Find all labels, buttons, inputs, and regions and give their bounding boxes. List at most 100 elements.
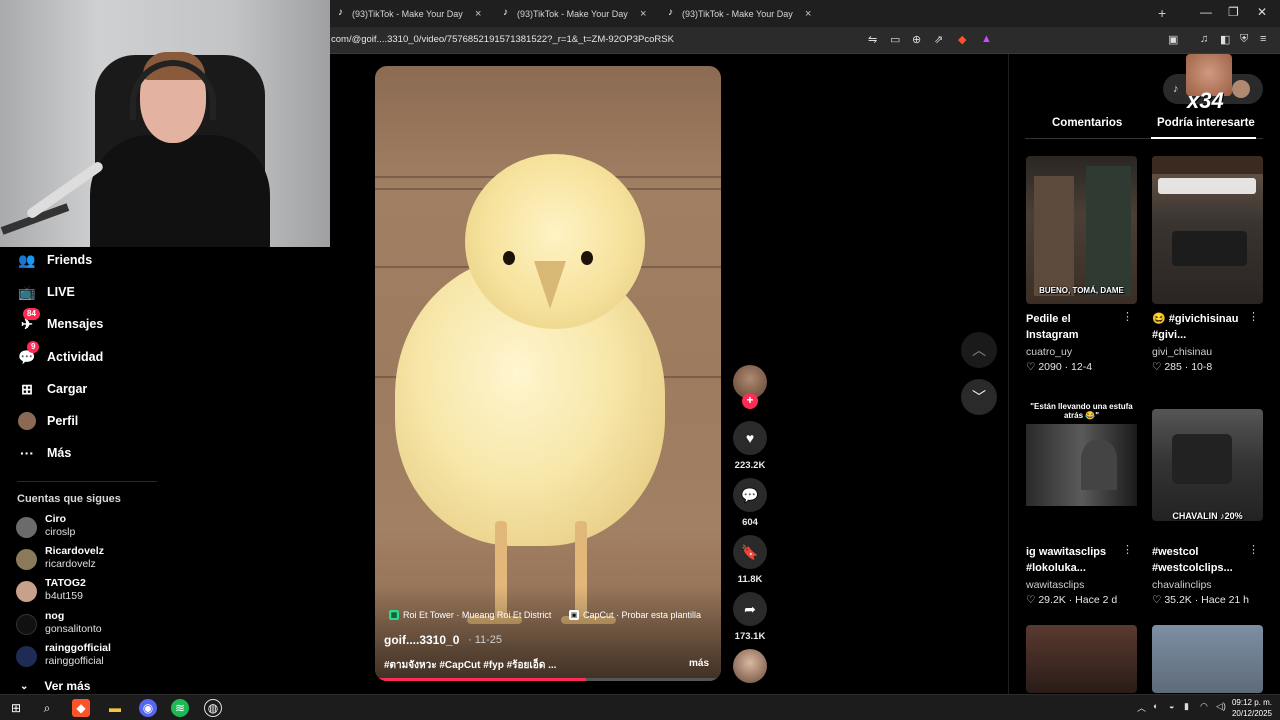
video-thumbnail[interactable] — [1152, 156, 1263, 304]
previous-video-button[interactable]: ︿ — [961, 332, 997, 368]
suggested-video-card[interactable]: 😆 #givichisinau #givi... ⋮ givi_chisinau… — [1152, 156, 1263, 376]
obs-icon[interactable]: ◍ — [204, 699, 222, 717]
see-more-button[interactable]: ⌄ Ver más — [20, 679, 90, 693]
close-window-icon[interactable]: ✕ — [1257, 5, 1267, 19]
video-progress-bar[interactable] — [375, 678, 721, 681]
media-icon[interactable]: ♫ — [1200, 33, 1208, 45]
reader-icon[interactable]: ▣ — [1168, 33, 1178, 46]
card-stats: ♡ 29.2K · Hace 2 d — [1026, 594, 1118, 606]
video-thumbnail[interactable]: "Están llevando una estufa atrás 😂" — [1026, 400, 1137, 520]
next-video-button[interactable]: ﹀ — [961, 379, 997, 415]
tab-suggestions[interactable]: Podría interesarte — [1157, 117, 1255, 129]
more-options-icon[interactable]: ⋮ — [1122, 310, 1133, 323]
video-thumbnail[interactable]: BUENO, TOMÁ, DAME — [1026, 156, 1137, 304]
brave-browser-icon[interactable]: ◆ — [72, 699, 90, 717]
taskbar: ⊞ ⌕ ◆ ▬ ◉ ≋ ◍ ︿ ◐ ◒ ▮ ◠ ◁) 09:12 p. m. 2… — [0, 694, 1280, 720]
cast-icon[interactable]: ▭ — [890, 33, 900, 46]
close-tab-icon[interactable]: × — [475, 8, 481, 20]
more-options-icon[interactable]: ⋮ — [1248, 543, 1259, 556]
close-tab-icon[interactable]: × — [805, 8, 811, 20]
sidebar-item-profile[interactable]: Perfil — [17, 410, 78, 432]
video-player[interactable]: ▦ Roi Et Tower · Mueang Roi Et District … — [375, 66, 721, 681]
menu-icon[interactable]: ≡ — [1260, 33, 1266, 45]
like-count: 223.2K — [734, 460, 766, 471]
sidebar-icon[interactable]: ◧ — [1220, 33, 1230, 46]
avatar[interactable] — [1232, 80, 1250, 98]
close-tab-icon[interactable]: × — [640, 8, 646, 20]
see-more-label: Ver más — [44, 679, 91, 693]
card-date: 10-8 — [1191, 361, 1213, 373]
spotify-icon[interactable]: ≋ — [171, 699, 189, 717]
more-options-icon[interactable]: ⋮ — [1122, 543, 1133, 556]
network-icon[interactable]: ◒ — [1169, 701, 1174, 711]
minimize-icon[interactable]: — — [1200, 5, 1212, 19]
template-tag[interactable]: ▣ CapCut · Probar esta plantilla — [569, 608, 701, 622]
sidebar-item-live[interactable]: 📺 LIVE — [17, 281, 75, 303]
comment-button[interactable]: 💬 — [733, 478, 767, 512]
suggested-video-card[interactable]: "Están llevando una estufa atrás 😂" ig w… — [1026, 400, 1137, 610]
sound-disc[interactable] — [733, 649, 767, 683]
location-icon: ▦ — [389, 610, 399, 620]
suggested-video-card[interactable]: CHAVALIN ♪20% #westcol #westcolclips... … — [1152, 409, 1263, 610]
card-username[interactable]: cuatro_uy — [1026, 346, 1072, 358]
card-username[interactable]: givi_chisinau — [1152, 346, 1212, 358]
video-thumbnail[interactable] — [1152, 625, 1263, 693]
file-explorer-icon[interactable]: ▬ — [106, 699, 124, 717]
address-bar: com/@goif....3310_0/video/75768521915713… — [330, 27, 1280, 54]
zoom-icon[interactable]: ⊕ — [912, 33, 921, 46]
video-thumbnail[interactable]: CHAVALIN ♪20% — [1152, 409, 1263, 521]
sidebar-item-more[interactable]: ··· Más — [17, 442, 71, 464]
card-username[interactable]: chavalinclips — [1152, 579, 1212, 591]
wifi-icon[interactable]: ◠ — [1200, 701, 1208, 712]
sidebar-item-label: Cargar — [47, 382, 88, 396]
video-thumbnail[interactable] — [1026, 625, 1137, 693]
discord-icon[interactable]: ◉ — [139, 699, 157, 717]
restore-icon[interactable]: ❐ — [1228, 5, 1239, 19]
caption-more-button[interactable]: más — [689, 658, 709, 669]
messages-icon: ✈ 84 — [17, 308, 40, 334]
sidebar-item-activity[interactable]: 💬 9 Actividad — [17, 341, 103, 368]
sidebar-item-friends[interactable]: 👥 Friends — [17, 249, 92, 271]
browser-tab[interactable]: (93)TikTok - Make Your Day × — [660, 0, 820, 27]
vpn-icon[interactable]: ⛨ — [1240, 33, 1248, 46]
template-label: CapCut · Probar esta plantilla — [583, 610, 702, 620]
avatar — [16, 646, 37, 667]
steam-icon[interactable]: ◐ — [1153, 701, 1158, 711]
tab-comments[interactable]: Comentarios — [1052, 117, 1122, 129]
sidebar-item-upload[interactable]: ⊞ Cargar — [17, 378, 87, 400]
heart-outline-icon: ♡ — [1026, 361, 1036, 373]
tab-title: (93)TikTok - Make Your Day — [682, 8, 793, 19]
card-username[interactable]: wawitasclips — [1026, 579, 1084, 591]
upload-icon: ⊞ — [21, 380, 33, 397]
browser-tab[interactable]: (93)TikTok - Make Your Day × — [495, 0, 655, 27]
search-icon[interactable]: ⌕ — [38, 699, 56, 717]
capcut-icon: ▣ — [569, 610, 579, 620]
suggested-video-card[interactable]: BUENO, TOMÁ, DAME Pedile el Instagram ⋮ … — [1026, 156, 1137, 376]
card-title: Pedile el Instagram — [1026, 313, 1079, 341]
windows-start-icon[interactable]: ⊞ — [7, 699, 25, 717]
brave-shield-icon[interactable]: ◆ — [958, 33, 966, 46]
share-icon[interactable]: ⇗ — [934, 33, 943, 46]
video-author[interactable]: goif....3310_0 — [384, 633, 459, 647]
location-tag[interactable]: ▦ Roi Et Tower · Mueang Roi Et District — [389, 608, 551, 622]
more-options-icon[interactable]: ⋮ — [1248, 310, 1259, 323]
card-likes: 285 — [1164, 361, 1182, 373]
save-button[interactable]: 🔖 — [733, 535, 767, 569]
messages-badge: 84 — [23, 308, 40, 320]
follow-button[interactable]: + — [742, 393, 758, 409]
system-clock[interactable]: 09:12 p. m. 20/12/2025 — [1232, 697, 1272, 719]
browser-tab[interactable]: (93)TikTok - Make Your Day × — [330, 0, 490, 27]
like-button[interactable]: ♥ — [733, 421, 767, 455]
share-count: 173.1K — [734, 631, 766, 642]
share-button[interactable]: ➦ — [733, 592, 767, 626]
translate-icon[interactable]: ⇋ — [868, 33, 877, 46]
sidebar-item-messages[interactable]: ✈ 84 Mensajes — [17, 308, 103, 335]
microphone-icon[interactable]: ▮ — [1184, 701, 1189, 712]
account-name: Ricardovelz — [45, 545, 104, 557]
brave-rewards-icon[interactable]: ▲ — [981, 33, 992, 45]
new-tab-button[interactable]: + — [1158, 5, 1166, 21]
volume-icon[interactable]: ◁) — [1216, 701, 1226, 712]
chevron-up-icon[interactable]: ︿ — [1137, 701, 1146, 714]
url-field[interactable]: com/@goif....3310_0/video/75768521915713… — [331, 34, 674, 45]
chevron-down-icon: ﹀ — [972, 389, 986, 405]
